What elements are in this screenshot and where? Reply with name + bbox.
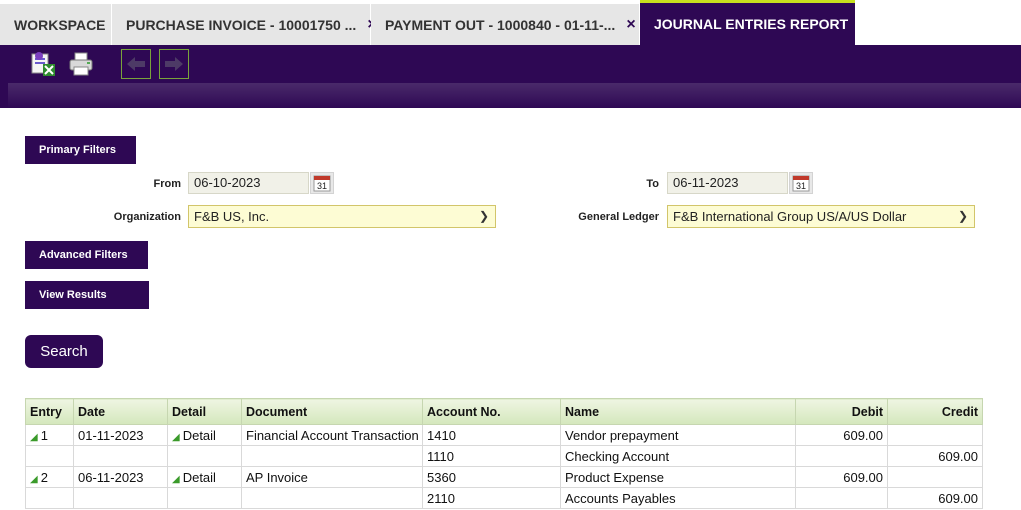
- tab-label: PAYMENT OUT - 1000840 - 01-11-...: [385, 16, 616, 33]
- next-button[interactable]: [159, 49, 189, 79]
- chevron-down-icon: ❯: [478, 209, 489, 223]
- credit-cell: 609.00: [887, 487, 983, 509]
- name-cell: Vendor prepayment: [560, 424, 796, 446]
- search-button[interactable]: Search: [25, 335, 103, 368]
- close-icon[interactable]: ×: [626, 16, 635, 34]
- column-header-debit[interactable]: Debit: [795, 398, 888, 425]
- link-arrow-icon: ◢: [172, 473, 180, 485]
- account-cell: 2110: [422, 487, 561, 509]
- tab-journal-entries-report[interactable]: JOURNAL ENTRIES REPORT ×: [640, 0, 869, 45]
- credit-cell: [887, 424, 983, 446]
- detail-cell: [167, 445, 242, 467]
- next-arrow-icon: [165, 57, 183, 71]
- to-label: To: [646, 178, 659, 190]
- name-cell: Product Expense: [560, 466, 796, 488]
- svg-text:31: 31: [317, 181, 327, 191]
- export-excel-button[interactable]: [28, 49, 58, 79]
- print-icon: [69, 52, 93, 76]
- credit-cell: [887, 466, 983, 488]
- calendar-icon: 31: [792, 175, 810, 192]
- debit-cell: 609.00: [795, 466, 888, 488]
- table-row: ◢ 2 06-11-2023 ◢ Detail AP Invoice 5360 Pr…: [25, 466, 983, 488]
- from-calendar-button[interactable]: 31: [310, 172, 334, 194]
- toolbar: [0, 45, 1021, 83]
- tab-label: PURCHASE INVOICE - 10001750 ...: [126, 16, 357, 33]
- entry-cell: [25, 487, 74, 509]
- general-ledger-label: General Ledger: [578, 211, 659, 223]
- organization-select[interactable]: F&B US, Inc. ❯: [188, 205, 496, 228]
- link-arrow-icon: ◢: [172, 431, 180, 443]
- previous-button[interactable]: [121, 49, 151, 79]
- column-header-detail[interactable]: Detail: [167, 398, 242, 425]
- link-arrow-icon: ◢: [30, 431, 38, 443]
- debit-cell: [795, 487, 888, 509]
- column-header-date[interactable]: Date: [73, 398, 168, 425]
- to-calendar-button[interactable]: 31: [789, 172, 813, 194]
- organization-value: F&B US, Inc.: [194, 209, 270, 224]
- column-header-credit[interactable]: Credit: [887, 398, 983, 425]
- tab-payment-out[interactable]: PAYMENT OUT - 1000840 - 01-11-... ×: [371, 4, 639, 45]
- tab-purchase-invoice[interactable]: PURCHASE INVOICE - 10001750 ... ×: [112, 4, 377, 45]
- tab-label: JOURNAL ENTRIES REPORT: [654, 16, 849, 32]
- column-header-entry[interactable]: Entry: [25, 398, 74, 425]
- tab-workspace[interactable]: WORKSPACE: [0, 4, 111, 45]
- header-bar: [8, 83, 1021, 108]
- debit-cell: [795, 445, 888, 467]
- toolbar-edge: [0, 83, 8, 108]
- tab-bar: WORKSPACE PURCHASE INVOICE - 10001750 ..…: [0, 0, 1021, 45]
- general-ledger-value: F&B International Group US/A/US Dollar: [673, 209, 907, 224]
- detail-cell[interactable]: ◢ Detail: [167, 466, 242, 488]
- detail-cell[interactable]: ◢ Detail: [167, 424, 242, 446]
- date-cell: [73, 445, 168, 467]
- export-excel-icon: [31, 52, 55, 76]
- journal-entries-table: Entry Date Detail Document Account No. N…: [25, 398, 983, 509]
- previous-arrow-icon: [127, 57, 145, 71]
- tab-label: WORKSPACE: [14, 16, 106, 33]
- general-ledger-select[interactable]: F&B International Group US/A/US Dollar ❯: [667, 205, 975, 228]
- print-button[interactable]: [66, 49, 96, 79]
- document-cell: AP Invoice: [241, 466, 423, 488]
- table-row: 1110 Checking Account 609.00: [25, 445, 983, 467]
- calendar-icon: 31: [313, 175, 331, 192]
- entry-cell[interactable]: ◢ 2: [25, 466, 74, 488]
- link-arrow-icon: ◢: [30, 473, 38, 485]
- document-cell: [241, 487, 423, 509]
- chevron-down-icon: ❯: [957, 209, 968, 223]
- account-cell: 1110: [422, 445, 561, 467]
- account-cell: 1410: [422, 424, 561, 446]
- table-header-row: Entry Date Detail Document Account No. N…: [25, 398, 983, 425]
- to-date-input[interactable]: 06-11-2023: [667, 172, 788, 194]
- name-cell: Checking Account: [560, 445, 796, 467]
- document-cell: [241, 445, 423, 467]
- from-date-input[interactable]: 06-10-2023: [188, 172, 309, 194]
- column-header-document[interactable]: Document: [241, 398, 423, 425]
- entry-cell: [25, 445, 74, 467]
- organization-label: Organization: [113, 211, 181, 223]
- column-header-account-no[interactable]: Account No.: [422, 398, 561, 425]
- view-results-button[interactable]: View Results: [25, 281, 149, 309]
- date-cell: 01-11-2023: [73, 424, 168, 446]
- credit-cell: 609.00: [887, 445, 983, 467]
- table-row: 2110 Accounts Payables 609.00: [25, 487, 983, 509]
- name-cell: Accounts Payables: [560, 487, 796, 509]
- document-cell: Financial Account Transaction: [241, 424, 423, 446]
- table-row: ◢ 1 01-11-2023 ◢ Detail Financial Account …: [25, 424, 983, 446]
- close-icon[interactable]: ×: [859, 15, 868, 33]
- advanced-filters-button[interactable]: Advanced Filters: [25, 241, 148, 269]
- debit-cell: 609.00: [795, 424, 888, 446]
- entry-cell[interactable]: ◢ 1: [25, 424, 74, 446]
- svg-text:31: 31: [796, 181, 806, 191]
- from-label: From: [153, 178, 182, 190]
- column-header-name[interactable]: Name: [560, 398, 796, 425]
- date-cell: 06-11-2023: [73, 466, 168, 488]
- account-cell: 5360: [422, 466, 561, 488]
- date-cell: [73, 487, 168, 509]
- primary-filters-button[interactable]: Primary Filters: [25, 136, 136, 164]
- detail-cell: [167, 487, 242, 509]
